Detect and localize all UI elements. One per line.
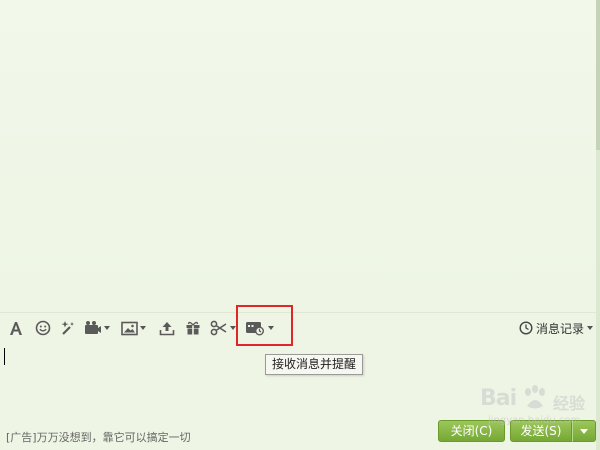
send-options-button[interactable]: [572, 420, 596, 442]
close-button[interactable]: 关闭(C): [438, 420, 505, 442]
font-icon[interactable]: [8, 319, 24, 337]
emoji-icon[interactable]: [35, 319, 51, 337]
image-icon[interactable]: [121, 319, 146, 337]
message-input[interactable]: [0, 343, 598, 415]
history-label: 消息记录: [536, 321, 585, 336]
upload-file-icon[interactable]: [159, 319, 175, 337]
ad-link[interactable]: [广告]万万没想到，靠它可以搞定一切: [6, 429, 191, 445]
message-history-button[interactable]: 消息记录: [519, 320, 594, 336]
scrollbar-thumb[interactable]: [596, 0, 600, 150]
chevron-down-icon[interactable]: [587, 326, 594, 330]
scissors-icon[interactable]: [210, 319, 236, 337]
chevron-down-icon[interactable]: [140, 326, 146, 330]
chevron-down-icon[interactable]: [104, 326, 110, 330]
chevron-down-icon: [580, 428, 588, 434]
input-toolbar: [0, 312, 598, 342]
magic-wand-icon[interactable]: [60, 319, 76, 337]
send-button[interactable]: 发送(S): [510, 420, 572, 442]
message-display-area[interactable]: [0, 0, 598, 312]
gift-icon[interactable]: [185, 319, 201, 337]
highlight-box: [236, 305, 293, 346]
screen-share-icon[interactable]: [84, 319, 110, 337]
clock-icon: [519, 321, 533, 335]
